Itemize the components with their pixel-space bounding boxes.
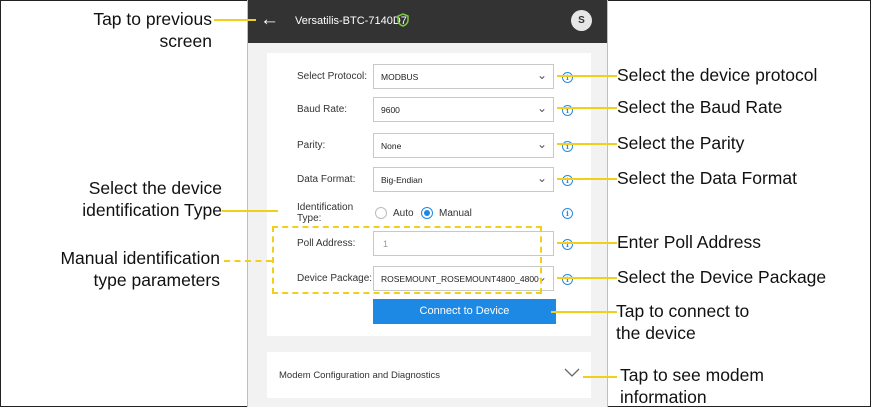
data-format-info-icon[interactable]: i xyxy=(562,175,573,186)
callout-line-protocol xyxy=(557,75,617,77)
callout-line-parity xyxy=(557,143,617,145)
annotation-parity: Select the Parity xyxy=(617,133,745,153)
app-screen: ← Versatilis-BTC-7140D7 S Select Protoco… xyxy=(247,0,608,407)
protocol-info-icon[interactable]: i xyxy=(562,72,573,83)
identification-type-label: Identification Type: xyxy=(297,202,354,224)
manual-radio-label: Manual xyxy=(439,208,472,219)
protocol-select[interactable]: MODBUS ⌄ xyxy=(373,64,554,89)
annotation-identification-type: Select the device identification Type xyxy=(82,178,222,220)
baud-rate-label: Baud Rate: xyxy=(297,104,348,115)
data-format-label: Data Format: xyxy=(297,174,356,185)
annotation-poll-address: Enter Poll Address xyxy=(617,232,761,252)
protocol-label: Select Protocol: xyxy=(297,71,368,82)
annotation-connect: Tap to connect to the device xyxy=(616,301,750,343)
auto-radio[interactable] xyxy=(375,207,387,219)
identification-type-info-icon[interactable]: i xyxy=(562,208,573,219)
parity-select[interactable]: None ⌄ xyxy=(373,133,554,158)
chevron-down-icon: ⌄ xyxy=(536,101,547,115)
modem-configuration-section[interactable]: Modem Configuration and Diagnostics xyxy=(267,352,591,398)
avatar[interactable]: S xyxy=(571,10,592,31)
manual-parameters-highlight xyxy=(272,226,542,294)
callout-line-back xyxy=(214,19,256,21)
chevron-down-icon: ⌄ xyxy=(536,171,547,185)
top-bar: ← Versatilis-BTC-7140D7 S xyxy=(248,0,607,43)
protocol-value: MODBUS xyxy=(381,72,419,82)
device-name: Versatilis-BTC-7140D7 xyxy=(295,15,407,27)
poll-address-info-icon[interactable]: i xyxy=(562,239,573,250)
annotation-baud-rate: Select the Baud Rate xyxy=(617,97,783,117)
callout-line-connect xyxy=(551,311,617,313)
manual-radio[interactable] xyxy=(421,207,433,219)
modem-configuration-label: Modem Configuration and Diagnostics xyxy=(279,370,441,381)
callout-line-modem xyxy=(583,376,617,378)
shield-icon xyxy=(397,13,409,27)
callout-line-poll-address xyxy=(557,242,617,244)
device-package-info-icon[interactable]: i xyxy=(562,274,573,285)
callout-line-device-package xyxy=(557,277,617,279)
data-format-value: Big-Endian xyxy=(381,175,423,185)
callout-line-manual-parameters xyxy=(224,260,272,262)
baud-rate-select[interactable]: 9600 ⌄ xyxy=(373,97,554,122)
chevron-down-icon: ⌄ xyxy=(536,68,547,82)
annotation-back: Tap to previous screen xyxy=(93,9,212,51)
parity-label: Parity: xyxy=(297,140,326,151)
back-arrow-icon[interactable]: ← xyxy=(260,10,279,30)
annotation-manual-parameters: Manual identification type parameters xyxy=(60,248,220,290)
annotation-data-format: Select the Data Format xyxy=(617,168,797,188)
annotation-modem: Tap to see modem information xyxy=(620,365,764,407)
callout-line-baud-rate xyxy=(557,107,617,109)
chevron-down-icon: ⌄ xyxy=(536,137,547,151)
parity-value: None xyxy=(381,141,402,151)
callout-line-identification-type xyxy=(222,210,278,212)
annotation-protocol: Select the device protocol xyxy=(617,65,818,85)
chevron-down-icon[interactable] xyxy=(564,362,580,382)
annotation-device-package: Select the Device Package xyxy=(617,267,827,287)
callout-line-data-format xyxy=(557,178,617,180)
connect-to-device-button[interactable]: Connect to Device xyxy=(373,299,556,324)
baud-rate-value: 9600 xyxy=(381,105,400,115)
auto-radio-label: Auto xyxy=(393,208,414,219)
data-format-select[interactable]: Big-Endian ⌄ xyxy=(373,167,554,192)
